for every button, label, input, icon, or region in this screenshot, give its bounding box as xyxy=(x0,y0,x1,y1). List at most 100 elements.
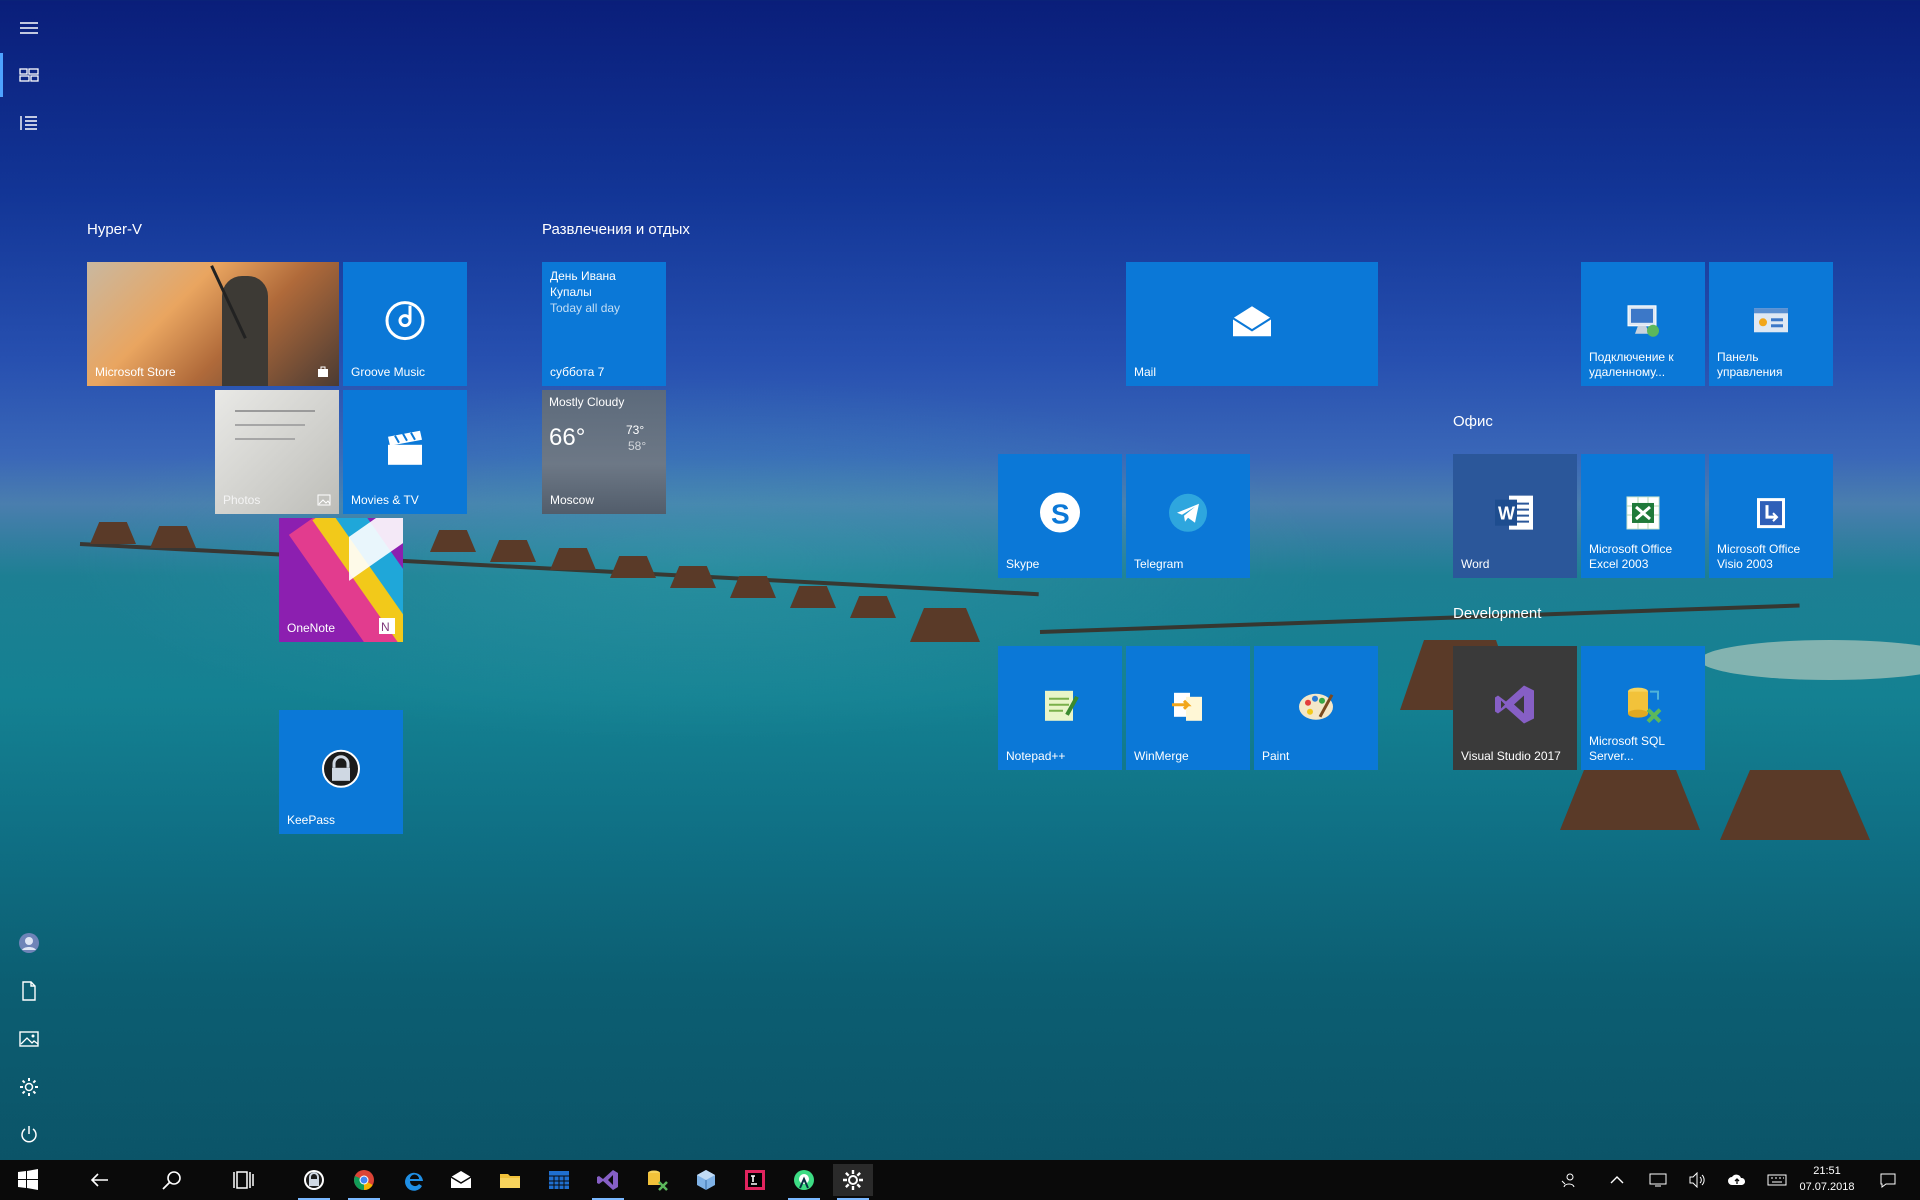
tile-label: Microsoft SQL Server... xyxy=(1589,734,1665,764)
file-explorer-icon[interactable] xyxy=(490,1164,530,1196)
mail-icon xyxy=(1232,306,1272,337)
edge-icon[interactable] xyxy=(394,1164,434,1196)
hamburger-menu-icon[interactable] xyxy=(0,6,58,50)
tile-remote-desktop[interactable]: Подключение к удаленному... xyxy=(1581,262,1705,386)
mail-icon[interactable] xyxy=(441,1164,481,1196)
movies-tv-icon xyxy=(388,430,422,465)
tile-excel-2003[interactable]: Microsoft Office Excel 2003 xyxy=(1581,454,1705,578)
tile-visio-2003[interactable]: Microsoft Office Visio 2003 xyxy=(1709,454,1833,578)
tile-label-line2: Server... xyxy=(1589,749,1634,763)
chrome-icon[interactable] xyxy=(344,1164,384,1196)
chevron-up-icon[interactable] xyxy=(1599,1160,1635,1200)
weather-city: Moscow xyxy=(550,493,595,507)
tile-label-line2: Excel 2003 xyxy=(1589,557,1649,571)
tile-label: KeePass xyxy=(287,813,336,827)
groove-music-icon xyxy=(385,301,425,341)
start-rail xyxy=(0,0,58,1160)
tile-label: Microsoft Office Visio 2003 xyxy=(1717,542,1800,572)
clock-date: 07.07.2018 xyxy=(1799,1181,1855,1193)
calendar-date: суббота 7 xyxy=(550,365,605,379)
taskbar-clock[interactable]: 21:51 07.07.2018 xyxy=(1792,1163,1862,1195)
tile-word[interactable]: W Word xyxy=(1453,454,1577,578)
tile-weather[interactable]: Mostly Cloudy 66° 73° 58° Moscow xyxy=(542,390,666,514)
group-title-entertainment[interactable]: Развлечения и отдых xyxy=(542,221,690,238)
group-title-office[interactable]: Офис xyxy=(1453,413,1493,430)
people-icon[interactable] xyxy=(1551,1160,1587,1200)
tile-keepass[interactable]: KeePass xyxy=(279,710,403,834)
pinned-tiles-icon[interactable] xyxy=(0,53,58,97)
tile-skype[interactable]: S Skype xyxy=(998,454,1122,578)
photo-preview-line xyxy=(235,410,315,412)
keepass-icon[interactable] xyxy=(294,1164,334,1196)
telegram-icon xyxy=(1169,493,1207,532)
tile-label: OneNote xyxy=(287,621,336,635)
tile-label: Microsoft Store xyxy=(95,365,176,379)
tile-calendar[interactable]: День Ивана Купалы Today all day суббота … xyxy=(542,262,666,386)
tile-mail[interactable]: Mail xyxy=(1126,262,1378,386)
user-avatar[interactable] xyxy=(0,921,58,965)
settings-icon[interactable] xyxy=(833,1164,873,1196)
tile-label: Word xyxy=(1461,557,1490,571)
power-icon[interactable] xyxy=(0,1113,58,1157)
visual-studio-icon[interactable] xyxy=(588,1164,628,1196)
remote-desktop-icon xyxy=(1627,305,1659,337)
pictures-icon[interactable] xyxy=(0,1017,58,1061)
tile-movies-tv[interactable]: Movies & TV xyxy=(343,390,467,514)
weather-temp: 66° xyxy=(549,424,586,451)
search-icon[interactable] xyxy=(152,1164,192,1196)
task-view-icon[interactable] xyxy=(224,1164,264,1196)
visual-studio-icon xyxy=(1495,685,1534,724)
group-title-development[interactable]: Development xyxy=(1453,605,1541,622)
tile-label-line1: Microsoft Office xyxy=(1589,542,1673,556)
photos-badge-icon xyxy=(317,494,331,506)
onedrive-sync-icon[interactable] xyxy=(1719,1160,1755,1200)
store-badge-icon xyxy=(318,366,328,377)
svg-text:S: S xyxy=(1051,498,1070,529)
calendar-event: День Ивана Купалы Today all day xyxy=(550,268,620,316)
jetbrains-icon[interactable] xyxy=(735,1164,775,1196)
sql-server-icon xyxy=(1628,687,1662,724)
paint-icon xyxy=(1299,693,1334,720)
windows-start-icon[interactable] xyxy=(8,1164,48,1196)
tile-notepadpp[interactable]: Notepad++ xyxy=(998,646,1122,770)
sql-server-icon[interactable] xyxy=(637,1164,677,1196)
tile-microsoft-store[interactable]: Microsoft Store xyxy=(87,262,339,386)
weather-low: 58° xyxy=(628,439,647,453)
tile-label: Notepad++ xyxy=(1006,749,1066,763)
settings-icon[interactable] xyxy=(0,1065,58,1109)
tile-winmerge[interactable]: WinMerge xyxy=(1126,646,1250,770)
clock-time: 21:51 xyxy=(1813,1165,1841,1177)
network-icon[interactable] xyxy=(1640,1160,1676,1200)
tile-sql-server[interactable]: Microsoft SQL Server... xyxy=(1581,646,1705,770)
tile-control-panel[interactable]: Панель управления xyxy=(1709,262,1833,386)
tile-telegram[interactable]: Telegram xyxy=(1126,454,1250,578)
taskbar: 21:51 07.07.2018 xyxy=(0,1160,1920,1200)
photo-preview-line xyxy=(235,438,295,440)
action-center-icon[interactable] xyxy=(1870,1160,1906,1200)
group-title-hyperv[interactable]: Hyper-V xyxy=(87,221,142,238)
android-studio-icon[interactable] xyxy=(784,1164,824,1196)
tile-label: Microsoft Office Excel 2003 xyxy=(1589,542,1672,572)
tile-photos[interactable]: Photos xyxy=(215,390,339,514)
virtualbox-icon[interactable] xyxy=(686,1164,726,1196)
tile-label: Подключение к удаленному... xyxy=(1589,350,1674,380)
tile-label: Paint xyxy=(1262,749,1290,763)
tile-label: Photos xyxy=(223,493,261,507)
tile-paint[interactable]: Paint xyxy=(1254,646,1378,770)
svg-text:W: W xyxy=(1498,504,1515,524)
volume-icon[interactable] xyxy=(1679,1160,1715,1200)
excel-icon xyxy=(1626,496,1660,530)
tile-label: Skype xyxy=(1006,557,1040,571)
visio-icon xyxy=(1757,498,1785,529)
tile-label-line1: Microsoft SQL xyxy=(1589,734,1666,748)
tile-visual-studio-2017[interactable]: Visual Studio 2017 xyxy=(1453,646,1577,770)
documents-icon[interactable] xyxy=(0,969,58,1013)
tile-groove-music[interactable]: Groove Music xyxy=(343,262,467,386)
all-apps-list-icon[interactable] xyxy=(0,101,58,145)
calculator-icon[interactable] xyxy=(539,1164,579,1196)
control-panel-icon xyxy=(1754,308,1788,333)
tile-onenote[interactable]: OneNote N xyxy=(279,518,403,642)
tile-label: Mail xyxy=(1134,365,1157,379)
keyboard-icon[interactable] xyxy=(1759,1160,1795,1200)
back-icon[interactable] xyxy=(80,1164,120,1196)
